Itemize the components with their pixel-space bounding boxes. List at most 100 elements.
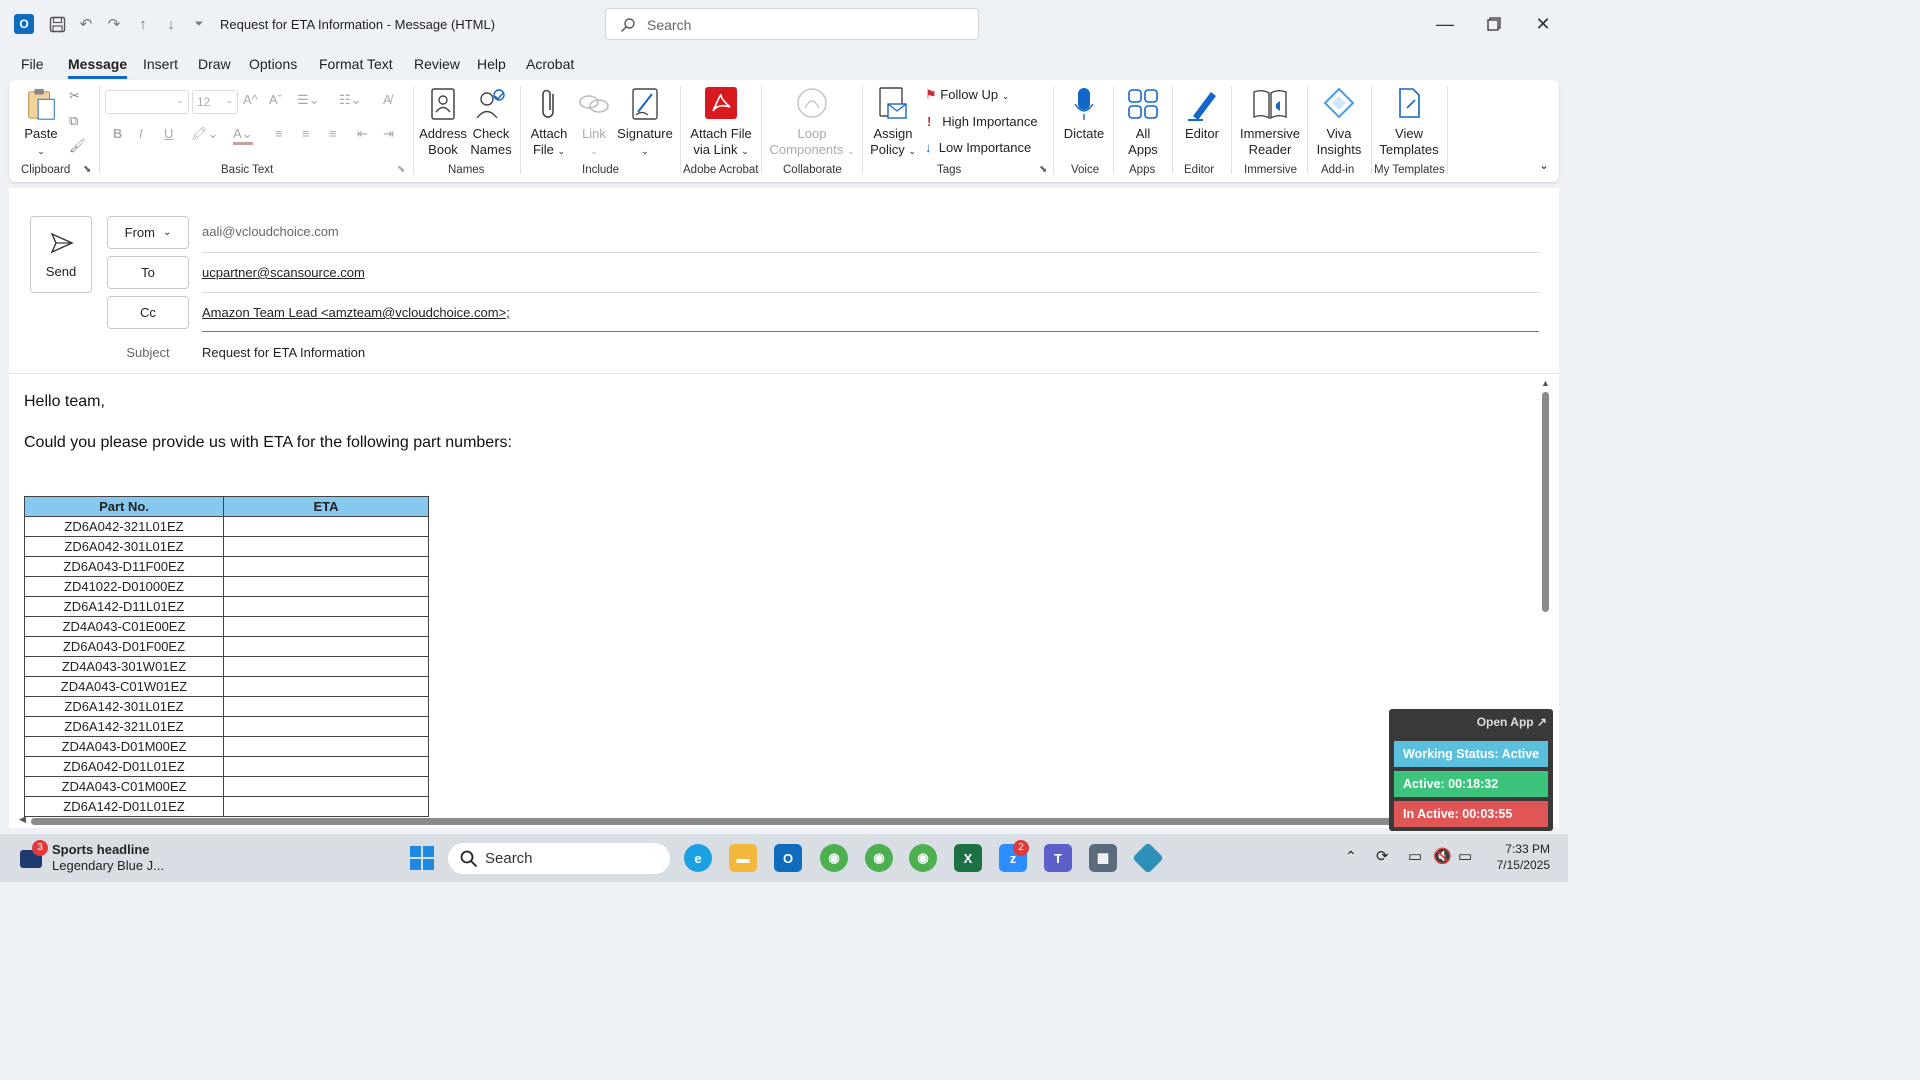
format-painter-icon[interactable]: 🖌 (69, 138, 86, 154)
minimize-icon[interactable]: — (1433, 12, 1457, 36)
link-button[interactable]: Link ⌄ (576, 86, 612, 159)
attach-file-via-link-button[interactable]: Attach File via Link ⌄ (685, 86, 757, 159)
cut-icon[interactable]: ✂ (69, 88, 80, 104)
eta-cell[interactable] (223, 656, 429, 677)
outlook-taskbar-icon[interactable]: O (774, 844, 802, 872)
part-number-cell[interactable]: ZD6A042-321L01EZ (24, 516, 224, 537)
signature-button[interactable]: Signature ⌄ (617, 86, 673, 159)
from-button[interactable]: From ⌄ (107, 216, 189, 249)
news-widget-icon[interactable]: 3 (18, 840, 48, 872)
taskbar-search[interactable]: Search (448, 843, 670, 874)
part-number-cell[interactable]: ZD4A043-301W01EZ (24, 656, 224, 677)
to-recipient[interactable]: ucpartner@scansource.com (202, 265, 365, 280)
decrease-indent-icon[interactable]: ⇤ (357, 126, 368, 142)
low-importance-button[interactable]: ↓ Low Importance (925, 140, 1031, 155)
eta-cell[interactable] (223, 636, 429, 657)
check-names-button[interactable]: Check Names (467, 86, 515, 158)
undo-icon[interactable]: ↶ (76, 14, 96, 34)
bullets-icon[interactable]: ☰⌄ (297, 92, 320, 108)
tab-options[interactable]: Options (249, 56, 297, 76)
align-left-icon[interactable]: ≡ (275, 126, 283, 141)
vertical-scroll-thumb[interactable] (1542, 392, 1549, 612)
clipboard-launcher-icon[interactable]: ⬊ (83, 164, 91, 175)
eta-cell[interactable] (223, 536, 429, 557)
search-box[interactable]: Search (605, 8, 979, 40)
eta-cell[interactable] (223, 776, 429, 797)
parts-table[interactable]: Part No. ETA ZD6A042-321L01EZ ZD6A042-301… (24, 496, 429, 817)
font-size-select[interactable]: 12 ⌄ (192, 90, 238, 114)
dictate-button[interactable]: Dictate (1059, 86, 1109, 142)
numbering-icon[interactable]: ☷⌄ (339, 92, 362, 108)
chrome-icon-1[interactable]: ◉ (820, 844, 848, 872)
assign-policy-button[interactable]: Assign Policy ⌄ (868, 86, 918, 159)
eta-cell[interactable] (223, 676, 429, 697)
chrome-icon-3[interactable]: ◉ (909, 844, 937, 872)
excel-icon[interactable]: X (954, 844, 982, 872)
tab-draw[interactable]: Draw (198, 56, 231, 76)
view-templates-button[interactable]: View Templates (1375, 86, 1443, 158)
request-text[interactable]: Could you please provide us with ETA for… (24, 434, 512, 452)
news-title[interactable]: Sports headline (52, 842, 150, 857)
high-importance-button[interactable]: ! High Importance (927, 114, 1038, 129)
collapse-ribbon-icon[interactable]: ⌄ (1539, 158, 1549, 172)
paste-button[interactable]: Paste ⌄ (19, 86, 63, 159)
teams-icon[interactable]: T (1044, 844, 1072, 872)
increase-indent-icon[interactable]: ⇥ (383, 126, 394, 142)
part-number-cell[interactable]: ZD41022-D01000EZ (24, 576, 224, 597)
align-center-icon[interactable]: ≡ (302, 126, 310, 141)
viva-insights-button[interactable]: Viva Insights (1313, 86, 1365, 158)
part-number-cell[interactable]: ZD6A042-301L01EZ (24, 536, 224, 557)
cc-recipient[interactable]: Amazon Team Lead <amzteam@vcloudchoice.c… (202, 305, 510, 320)
eta-cell[interactable] (223, 576, 429, 597)
up-arrow-icon[interactable]: ↑ (133, 14, 153, 34)
part-number-cell[interactable]: ZD6A042-D01L01EZ (24, 756, 224, 777)
send-button[interactable]: Send (30, 216, 92, 293)
eta-cell[interactable] (223, 696, 429, 717)
part-number-cell[interactable]: ZD6A043-D11F00EZ (24, 556, 224, 577)
show-hidden-icons[interactable]: ⌃ (1345, 848, 1357, 865)
cc-button[interactable]: Cc (107, 296, 189, 329)
open-app-link[interactable]: Open App ↗ (1477, 715, 1547, 729)
loop-components-button[interactable]: Loop Components ⌄ (769, 86, 855, 159)
horizontal-scrollbar[interactable]: ◀ (19, 814, 1539, 826)
tab-help[interactable]: Help (477, 56, 506, 76)
part-number-cell[interactable]: ZD4A043-D01M00EZ (24, 736, 224, 757)
attach-file-button[interactable]: Attach File ⌄ (525, 86, 573, 159)
file-explorer-icon[interactable]: ▬ (729, 844, 757, 872)
battery-icon[interactable]: ▭ (1458, 847, 1472, 865)
part-number-cell[interactable]: ZD6A142-D11L01EZ (24, 596, 224, 617)
tab-message[interactable]: Message (68, 56, 128, 79)
tab-format-text[interactable]: Format Text (319, 56, 393, 76)
eta-cell[interactable] (223, 736, 429, 757)
eta-cell[interactable] (223, 556, 429, 577)
save-icon[interactable] (47, 14, 67, 34)
greeting-text[interactable]: Hello team, (24, 393, 105, 411)
address-book-button[interactable]: Address Book (419, 86, 467, 158)
shrink-font-icon[interactable]: Aˇ (269, 92, 282, 107)
follow-up-button[interactable]: ⚑ Follow Up ⌄ (925, 87, 1009, 103)
subject-field[interactable]: Request for ETA Information (202, 345, 365, 360)
grow-font-icon[interactable]: A^ (243, 92, 258, 107)
immersive-reader-button[interactable]: Immersive Reader (1237, 86, 1303, 158)
align-right-icon[interactable]: ≡ (329, 126, 337, 141)
network-icon[interactable]: ▭ (1408, 847, 1422, 865)
windows-start-icon[interactable] (410, 846, 434, 870)
app-diamond-icon[interactable] (1132, 842, 1164, 874)
to-button[interactable]: To (107, 256, 189, 289)
news-subtitle[interactable]: Legendary Blue J... (52, 858, 164, 873)
part-number-cell[interactable]: ZD6A043-D01F00EZ (24, 636, 224, 657)
customize-toolbar-icon[interactable]: ⏷ (189, 14, 209, 34)
font-launcher-icon[interactable]: ⬊ (397, 164, 405, 175)
part-number-cell[interactable]: ZD4A043-C01W01EZ (24, 676, 224, 697)
font-name-select[interactable]: ⌄ (105, 90, 189, 114)
eta-cell[interactable] (223, 516, 429, 537)
part-number-cell[interactable]: ZD6A142-301L01EZ (24, 696, 224, 717)
close-icon[interactable]: ✕ (1531, 12, 1555, 36)
chrome-icon-2[interactable]: ◉ (865, 844, 893, 872)
clock-time[interactable]: 7:33 PM (1488, 842, 1550, 856)
eta-cell[interactable] (223, 796, 429, 817)
part-number-cell[interactable]: ZD4A043-C01E00EZ (24, 616, 224, 637)
part-number-cell[interactable]: ZD6A142-D01L01EZ (24, 796, 224, 817)
eta-cell[interactable] (223, 716, 429, 737)
bold-icon[interactable]: B (113, 126, 122, 141)
